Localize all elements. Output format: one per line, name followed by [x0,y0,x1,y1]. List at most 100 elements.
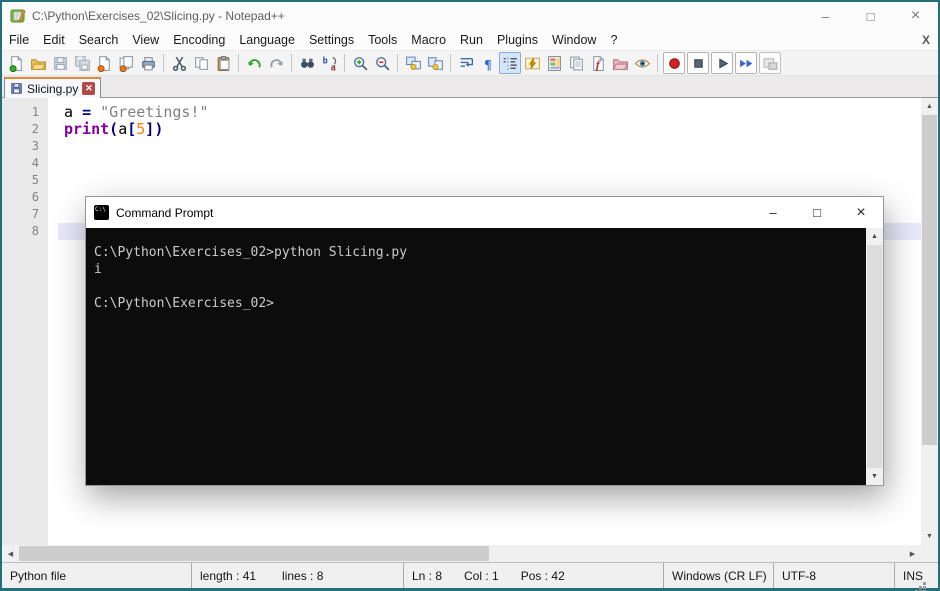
toolbar-separator [291,54,292,72]
menu-item-tools[interactable]: Tools [361,30,404,50]
scroll-up-icon[interactable]: ▲ [921,98,938,115]
macro-save-icon[interactable] [759,52,781,74]
offset-position-label: Pos : 42 [521,569,565,583]
tab-slicing-py[interactable]: Slicing.py ✕ [4,77,101,98]
user-defined-dialog-icon[interactable] [521,52,543,74]
print-icon[interactable] [137,52,159,74]
menu-item-file[interactable]: File [2,30,36,50]
sync-horizontal-scroll-icon[interactable] [424,52,446,74]
toolbar-separator [163,54,164,72]
new-file-icon[interactable] [5,52,27,74]
scroll-left-icon[interactable]: ◀ [2,545,19,562]
close-all-icon[interactable] [115,52,137,74]
menu-item-plugins[interactable]: Plugins [490,30,545,50]
cmd-line: C:\Python\Exercises_02>python Slicing.py [94,244,883,261]
notepadpp-logo-icon [10,8,26,24]
line-number: 6 [2,189,48,206]
menu-item-settings[interactable]: Settings [302,30,361,50]
menu-item-search[interactable]: Search [72,30,126,50]
cmd-scroll-down-icon[interactable]: ▼ [866,468,883,485]
menu-item-run[interactable]: Run [453,30,490,50]
toolbar: ba ¶ f [2,50,938,76]
line-number: 7 [2,206,48,223]
menu-item-language[interactable]: Language [232,30,302,50]
cmd-vertical-scrollbar[interactable]: ▲ ▼ [866,228,883,485]
macro-run-multiple-icon[interactable] [735,52,757,74]
line-number: 3 [2,138,48,155]
title-bar: C:\Python\Exercises_02\Slicing.py - Note… [2,2,938,30]
doc-type-label: Python file [10,569,66,583]
svg-text:a: a [330,63,335,72]
scroll-right-icon[interactable]: ▶ [904,545,921,562]
show-all-characters-icon[interactable]: ¶ [477,52,499,74]
folder-as-workspace-icon[interactable] [609,52,631,74]
redo-icon[interactable] [265,52,287,74]
close-file-icon[interactable] [93,52,115,74]
editor-vertical-scrollbar[interactable]: ▲ ▼ [921,98,938,545]
show-indent-guide-icon[interactable] [499,52,521,74]
vertical-scroll-thumb[interactable] [922,115,937,445]
menu-items: FileEditSearchViewEncodingLanguageSettin… [2,30,624,50]
cut-icon[interactable] [168,52,190,74]
column-position-label: Col : 1 [464,569,499,583]
cmd-maximize-button[interactable]: □ [795,197,839,228]
cmd-close-button[interactable]: × [839,197,883,228]
macro-stop-icon[interactable] [687,52,709,74]
bookmark-margin[interactable] [48,98,58,545]
macro-play-icon[interactable] [711,52,733,74]
close-button[interactable]: × [893,2,938,30]
sync-vertical-scroll-icon[interactable] [402,52,424,74]
horizontal-scroll-thumb[interactable] [19,546,489,561]
minimize-button[interactable]: – [803,2,848,30]
menu-item-edit[interactable]: Edit [36,30,72,50]
paste-icon[interactable] [212,52,234,74]
cmd-console-area[interactable]: C:\Python\Exercises_02>python Slicing.py… [86,228,883,485]
cmd-minimize-button[interactable]: – [751,197,795,228]
menu-item-encoding[interactable]: Encoding [166,30,232,50]
undo-icon[interactable] [243,52,265,74]
cmd-title-bar: C:\ Command Prompt – □ × [86,197,883,228]
save-icon[interactable] [49,52,71,74]
toolbar-separator [657,54,658,72]
open-file-icon[interactable] [27,52,49,74]
status-insert-mode: INS [895,563,938,588]
copy-icon[interactable] [190,52,212,74]
document-list-icon[interactable] [565,52,587,74]
code-line [64,138,921,155]
menu-item-view[interactable]: View [125,30,166,50]
cmd-line: C:\Python\Exercises_02> [94,295,883,312]
menu-item-help[interactable]: ? [603,30,624,50]
command-prompt-window[interactable]: C:\ Command Prompt – □ × C:\Python\Exerc… [85,196,884,486]
save-all-icon[interactable] [71,52,93,74]
cmd-scroll-thumb[interactable] [867,245,882,468]
status-caret-position: Ln : 8 Col : 1 Pos : 42 [404,563,664,588]
zoom-in-icon[interactable] [349,52,371,74]
line-number-gutter: 12345678 [2,98,48,545]
document-map-icon[interactable] [543,52,565,74]
scroll-down-icon[interactable]: ▼ [921,528,938,545]
saved-file-icon [10,82,23,95]
close-document-x-button[interactable]: X [922,33,930,47]
macro-record-icon[interactable] [663,52,685,74]
menu-item-window[interactable]: Window [545,30,603,50]
replace-icon[interactable]: ba [318,52,340,74]
resize-grip[interactable] [923,582,926,585]
monitoring-icon[interactable] [631,52,653,74]
code-line: a = "Greetings!" [64,104,921,121]
svg-text:¶: ¶ [484,56,491,71]
find-icon[interactable] [296,52,318,74]
insert-mode-label: INS [903,569,923,583]
tab-close-icon[interactable]: ✕ [82,82,95,95]
maximize-button[interactable]: □ [848,2,893,30]
status-eol-format: Windows (CR LF) [664,563,774,588]
lines-label: lines : 8 [282,569,323,583]
zoom-out-icon[interactable] [371,52,393,74]
word-wrap-icon[interactable] [455,52,477,74]
window-title: C:\Python\Exercises_02\Slicing.py - Note… [32,9,285,23]
editor-horizontal-scrollbar[interactable]: ◀ ▶ [2,545,921,562]
window-controls: – □ × [803,2,938,30]
cmd-scroll-up-icon[interactable]: ▲ [866,228,883,245]
tab-label: Slicing.py [27,82,78,96]
function-list-icon[interactable]: f [587,52,609,74]
menu-item-macro[interactable]: Macro [404,30,453,50]
